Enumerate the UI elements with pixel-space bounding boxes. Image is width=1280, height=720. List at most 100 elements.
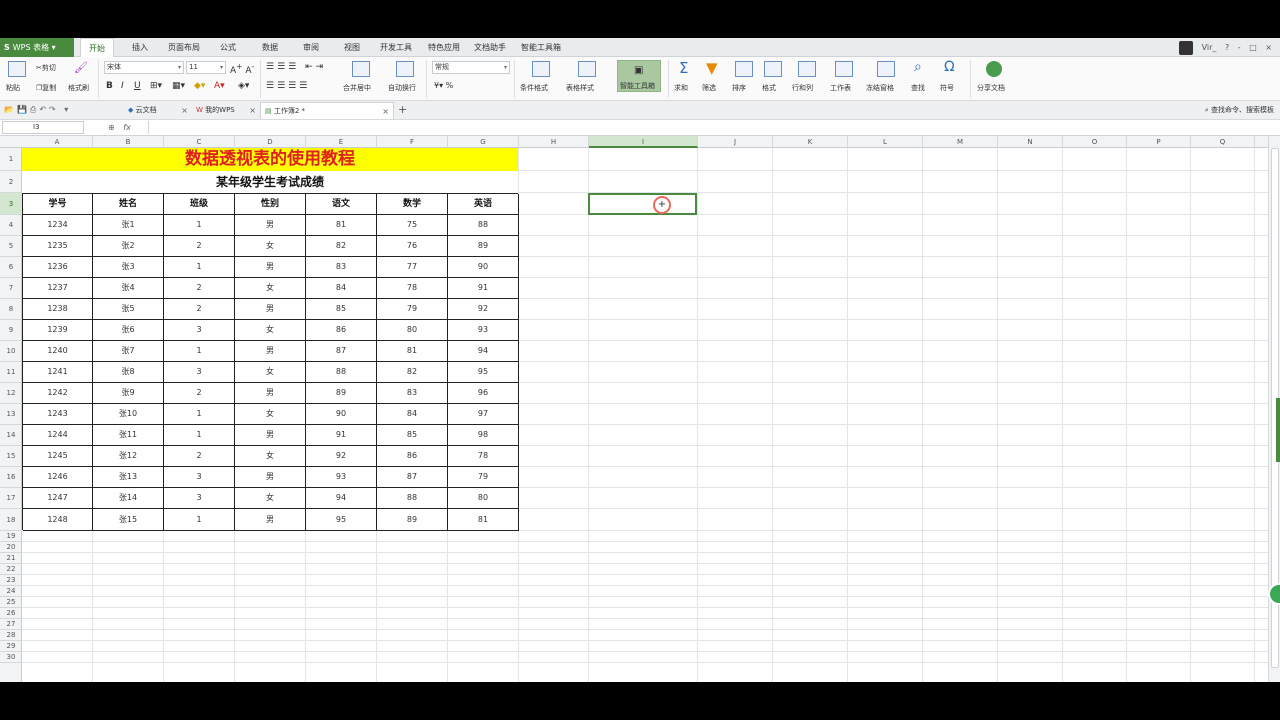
row-header[interactable]: 24 — [0, 586, 22, 597]
table-cell[interactable]: 77 — [377, 257, 448, 278]
column-header[interactable]: A — [22, 136, 93, 148]
table-cell[interactable]: 1234 — [23, 215, 93, 236]
column-header[interactable]: H — [519, 136, 589, 148]
table-cell[interactable]: 1237 — [23, 278, 93, 299]
user-name[interactable]: Vir_ — [1202, 43, 1217, 52]
table-cell[interactable]: 1 — [164, 425, 235, 446]
tab-review[interactable]: 审阅 — [303, 38, 319, 57]
tab-developer[interactable]: 开发工具 — [380, 38, 412, 57]
table-cell[interactable]: 张7 — [93, 341, 164, 362]
table-cell[interactable]: 80 — [377, 320, 448, 341]
row-header[interactable]: 30 — [0, 652, 22, 663]
table-cell[interactable]: 女 — [235, 488, 306, 509]
sheet-subtitle-cell[interactable]: 某年级学生考试成绩 — [22, 171, 518, 194]
table-cell[interactable]: 张2 — [93, 236, 164, 257]
row-header[interactable]: 12 — [0, 383, 22, 404]
column-header[interactable]: F — [377, 136, 448, 148]
table-cell[interactable]: 1246 — [23, 467, 93, 488]
table-cell[interactable]: 1239 — [23, 320, 93, 341]
minimize-button[interactable]: - — [1238, 43, 1241, 52]
tab-insert[interactable]: 插入 — [132, 38, 148, 57]
table-cell[interactable]: 1245 — [23, 446, 93, 467]
conditional-format-icon[interactable] — [532, 61, 550, 77]
table-cell[interactable]: 85 — [306, 299, 377, 320]
freeze-label[interactable]: 冻结窗格 — [866, 83, 894, 93]
table-cell[interactable]: 女 — [235, 320, 306, 341]
worksheet-icon[interactable] — [835, 61, 853, 77]
table-cell[interactable]: 88 — [377, 488, 448, 509]
table-cell[interactable]: 78 — [448, 446, 519, 467]
column-header[interactable]: I — [589, 136, 698, 148]
italic-button[interactable]: I — [121, 81, 124, 91]
paste-icon[interactable] — [8, 61, 26, 77]
copy-button[interactable]: ❐复制 — [36, 83, 56, 93]
table-cell[interactable]: 2 — [164, 278, 235, 299]
share-icon[interactable] — [986, 61, 1002, 77]
fx-icon[interactable]: fx — [123, 123, 131, 132]
align-horizontal-icons[interactable]: ☰☰☰☰ — [266, 81, 310, 91]
table-cell[interactable]: 2 — [164, 446, 235, 467]
cell-grid[interactable]: 数据透视表的使用教程 某年级学生考试成绩 学号 姓名 班级 性别 语文 数学 英语 1234 张… — [22, 148, 1268, 682]
sort-icon[interactable] — [735, 61, 753, 77]
find-label[interactable]: 查找 — [911, 83, 925, 93]
table-cell[interactable]: 张4 — [93, 278, 164, 299]
table-cell[interactable]: 87 — [377, 467, 448, 488]
table-style-label[interactable]: 表格样式 — [566, 83, 594, 93]
tab-page-layout[interactable]: 页面布局 — [168, 38, 200, 57]
table-cell[interactable]: 3 — [164, 488, 235, 509]
table-header-cell[interactable]: 性别 — [235, 194, 306, 215]
table-cell[interactable]: 张10 — [93, 404, 164, 425]
table-cell[interactable]: 92 — [306, 446, 377, 467]
table-cell[interactable]: 1 — [164, 341, 235, 362]
cell-format-icon[interactable]: ▦▾ — [172, 81, 185, 91]
table-cell[interactable]: 1236 — [23, 257, 93, 278]
help-icon[interactable]: ? — [1225, 43, 1229, 52]
table-cell[interactable]: 84 — [377, 404, 448, 425]
column-header[interactable]: M — [923, 136, 998, 148]
table-cell[interactable]: 张6 — [93, 320, 164, 341]
table-cell[interactable]: 83 — [377, 383, 448, 404]
table-cell[interactable]: 1247 — [23, 488, 93, 509]
table-cell[interactable]: 90 — [306, 404, 377, 425]
table-cell[interactable]: 3 — [164, 320, 235, 341]
table-header-cell[interactable]: 语文 — [306, 194, 377, 215]
table-cell[interactable]: 94 — [306, 488, 377, 509]
column-header[interactable]: J — [698, 136, 773, 148]
close-icon[interactable]: × — [382, 103, 389, 120]
conditional-format-label[interactable]: 条件格式 — [520, 83, 548, 93]
filter-icon[interactable]: ▼ — [706, 59, 718, 77]
table-cell[interactable]: 张3 — [93, 257, 164, 278]
tab-smart-toolbox[interactable]: 智能工具箱 — [521, 38, 561, 57]
table-cell[interactable]: 1 — [164, 509, 235, 531]
name-box[interactable]: I3 — [2, 121, 84, 134]
table-cell[interactable]: 张14 — [93, 488, 164, 509]
column-header[interactable]: K — [773, 136, 848, 148]
row-header[interactable]: 5 — [0, 236, 22, 257]
column-header[interactable]: O — [1063, 136, 1127, 148]
table-cell[interactable]: 张15 — [93, 509, 164, 531]
formula-input[interactable] — [148, 121, 1274, 134]
merge-center-label[interactable]: 合并居中 — [343, 83, 371, 93]
column-header[interactable]: Q — [1191, 136, 1255, 148]
table-cell[interactable]: 94 — [448, 341, 519, 362]
table-cell[interactable]: 张11 — [93, 425, 164, 446]
row-header[interactable]: 7 — [0, 278, 22, 299]
row-header[interactable]: 6 — [0, 257, 22, 278]
doc-tab-my-wps[interactable]: W 我的WPS × — [192, 102, 260, 119]
row-header[interactable]: 26 — [0, 608, 22, 619]
font-grow-icon[interactable]: A+ A- — [230, 62, 254, 76]
table-cell[interactable]: 93 — [448, 320, 519, 341]
table-cell[interactable]: 女 — [235, 404, 306, 425]
app-menu-button[interactable]: S WPS 表格 ▾ — [0, 38, 74, 57]
underline-button[interactable]: U — [134, 81, 141, 91]
quick-access-icons[interactable]: 📂💾⎙↶↷ ▾ — [4, 105, 71, 115]
table-cell[interactable]: 3 — [164, 362, 235, 383]
table-cell[interactable]: 1240 — [23, 341, 93, 362]
sum-label[interactable]: 求和 — [674, 83, 688, 93]
table-cell[interactable]: 81 — [306, 215, 377, 236]
table-cell[interactable]: 91 — [306, 425, 377, 446]
table-cell[interactable]: 2 — [164, 299, 235, 320]
table-cell[interactable]: 79 — [377, 299, 448, 320]
table-cell[interactable]: 男 — [235, 215, 306, 236]
smart-toolbox-button[interactable]: ▣ 智能工具箱 — [617, 60, 661, 92]
